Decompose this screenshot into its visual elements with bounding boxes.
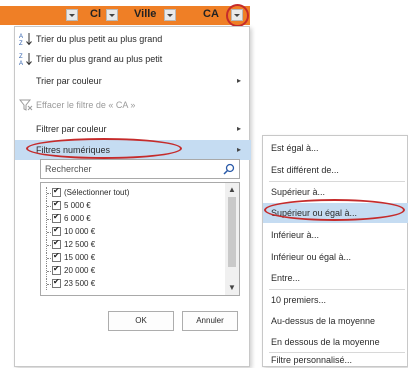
checkbox[interactable] (52, 238, 61, 249)
submenu-item-custom-filter[interactable]: Filtre personnalisé... (263, 350, 408, 368)
sort-ascending-icon: A Z (19, 33, 32, 46)
svg-text:Z: Z (19, 54, 23, 60)
checkbox[interactable] (52, 277, 61, 288)
scroll-down-icon[interactable]: ▼ (227, 283, 237, 293)
submenu-item-label: Supérieur à... (271, 187, 326, 197)
number-filters-submenu: Est égal à... Est différent de... Supéri… (262, 135, 408, 367)
checkbox[interactable] (52, 264, 61, 275)
column-header-row: Cl Ville CA (0, 0, 252, 27)
checkbox[interactable] (52, 186, 61, 197)
list-item-label: 6 000 € (64, 214, 91, 223)
submenu-arrow-icon: ▸ (236, 145, 241, 154)
submenu-item-label: Inférieur à... (271, 230, 320, 240)
column-header-cl: Cl (90, 8, 101, 20)
submenu-item-label: Filtre personnalisé... (271, 355, 353, 365)
menu-item-label: Trier du plus petit au plus grand (36, 34, 163, 44)
list-item-label: 12 500 € (64, 240, 96, 249)
submenu-item-label: En dessous de la moyenne (271, 337, 380, 347)
menu-item-sort-ascending[interactable]: A Z Trier du plus petit au plus grand (15, 29, 251, 49)
scrollbar-thumb[interactable] (228, 197, 236, 267)
list-item[interactable]: 15 000 € (41, 251, 221, 264)
submenu-item-below-average[interactable]: En dessous de la moyenne (263, 332, 408, 352)
submenu-item-label: Est égal à... (271, 143, 319, 153)
svg-text:Z: Z (19, 41, 23, 46)
annotation-ellipse-greater-or-equal (264, 199, 405, 221)
annotation-circle (226, 4, 249, 27)
submenu-item-less-or-equal[interactable]: Inférieur ou égal à... (263, 247, 408, 267)
list-item[interactable]: 20 000 € (41, 264, 221, 277)
list-item-label: 10 000 € (64, 227, 96, 236)
checkbox[interactable] (52, 212, 61, 223)
submenu-item-not-equal[interactable]: Est différent de... (263, 160, 408, 180)
column-header-ca: CA (203, 8, 219, 20)
filter-dropdown-button-2[interactable] (106, 9, 118, 21)
list-item-label: 5 000 € (64, 201, 91, 210)
list-item-label: 20 000 € (64, 266, 96, 275)
svg-text:A: A (19, 61, 23, 66)
ok-button[interactable]: OK (108, 311, 174, 331)
menu-item-sort-descending[interactable]: Z A Trier du plus grand au plus petit (15, 49, 251, 69)
list-item-label: 15 000 € (64, 253, 96, 262)
submenu-item-top-10[interactable]: 10 premiers... (263, 290, 408, 310)
menu-item-sort-by-color[interactable]: Trier par couleur ▸ (15, 71, 251, 91)
submenu-item-label: Entre... (271, 273, 301, 283)
checkbox[interactable] (52, 199, 61, 210)
filter-dropdown-button-3[interactable] (164, 9, 176, 21)
cancel-button[interactable]: Annuler (182, 311, 238, 331)
checkbox[interactable] (52, 225, 61, 236)
list-item[interactable]: 23 500 € (41, 277, 221, 290)
svg-text:A: A (19, 34, 23, 40)
annotation-ellipse-number-filters (26, 138, 182, 159)
clear-filter-icon (19, 99, 33, 111)
search-placeholder: Rechercher (45, 164, 92, 174)
value-checklist: (Sélectionner tout) 5 000 € 6 000 € 10 0… (40, 182, 240, 296)
submenu-arrow-icon: ▸ (236, 124, 241, 133)
menu-item-label: Effacer le filtre de « CA » (36, 100, 136, 110)
submenu-item-label: Au-dessus de la moyenne (271, 316, 376, 326)
column-header-ville: Ville (134, 8, 157, 20)
list-item[interactable]: 10 000 € (41, 225, 221, 238)
list-item-label: (Sélectionner tout) (64, 188, 130, 197)
list-item[interactable]: 5 000 € (41, 199, 221, 212)
filter-dropdown-button-1[interactable] (66, 9, 78, 21)
sort-descending-icon: Z A (19, 53, 32, 66)
list-item-select-all[interactable]: (Sélectionner tout) (41, 186, 221, 199)
search-icon (223, 163, 235, 175)
menu-item-clear-filter: Effacer le filtre de « CA » (15, 95, 251, 115)
menu-item-label: Trier du plus grand au plus petit (36, 54, 163, 64)
checkbox[interactable] (52, 251, 61, 262)
scroll-up-icon[interactable]: ▲ (227, 185, 237, 195)
submenu-item-label: Est différent de... (271, 165, 339, 175)
submenu-item-above-average[interactable]: Au-dessus de la moyenne (263, 311, 408, 331)
list-item[interactable]: 12 500 € (41, 238, 221, 251)
menu-item-label: Filtrer par couleur (36, 124, 107, 134)
search-input[interactable]: Rechercher (40, 159, 240, 179)
menu-item-filter-by-color[interactable]: Filtrer par couleur ▸ (15, 119, 251, 139)
submenu-item-between[interactable]: Entre... (263, 268, 408, 288)
submenu-item-equals[interactable]: Est égal à... (263, 138, 408, 158)
submenu-item-label: Inférieur ou égal à... (271, 252, 352, 262)
list-scrollbar[interactable]: ▲ ▼ (225, 183, 239, 295)
submenu-item-less-than[interactable]: Inférieur à... (263, 225, 408, 245)
list-item[interactable]: 6 000 € (41, 212, 221, 225)
list-item-label: 23 500 € (64, 279, 96, 288)
submenu-item-label: 10 premiers... (271, 295, 327, 305)
submenu-arrow-icon: ▸ (236, 76, 241, 85)
menu-item-label: Trier par couleur (36, 76, 102, 86)
